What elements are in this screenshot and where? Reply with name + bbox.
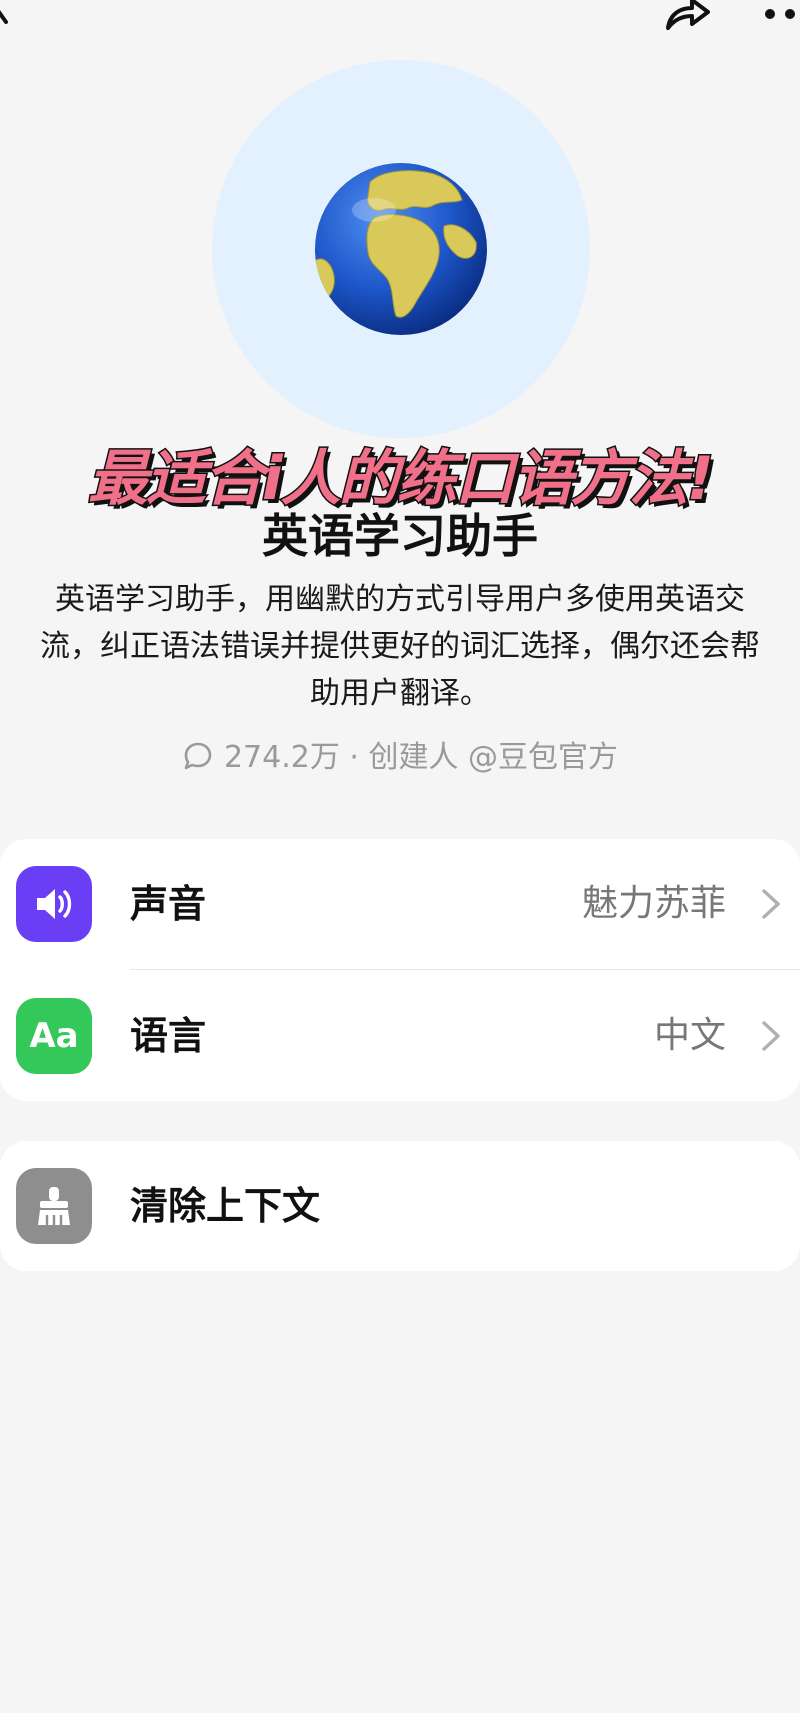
speaker-icon — [16, 866, 92, 942]
bot-description: 英语学习助手，用幽默的方式引导用户多使用英语交流，纠正语法错误并提供更好的词汇选… — [40, 582, 760, 711]
globe-icon — [315, 163, 487, 335]
creator-label[interactable]: 创建人 @豆包官方 — [368, 740, 618, 775]
language-value: 中文 — [653, 1015, 726, 1056]
clear-context-row[interactable]: 清除上下文 — [0, 1141, 800, 1271]
row-divider — [130, 969, 800, 970]
more-dots-icon[interactable] — [762, 4, 800, 24]
voice-setting-row[interactable]: 声音 魅力苏菲 — [0, 839, 800, 970]
text-aa-glyph: Aa — [29, 1016, 79, 1056]
broom-icon — [16, 1168, 92, 1244]
chat-bubble-icon — [184, 742, 212, 770]
chat-count: 274.2万 — [223, 740, 340, 775]
bot-meta: 274.2万 · 创建人 @豆包官方 — [0, 732, 800, 776]
settings-card: 声音 魅力苏菲 Aa 语言 中文 — [0, 839, 800, 1101]
chevron-right-icon — [762, 1021, 780, 1051]
chevron-right-icon — [762, 889, 780, 919]
voice-label: 声音 — [130, 882, 207, 926]
language-setting-row[interactable]: Aa 语言 中文 — [0, 971, 800, 1101]
meta-separator: · — [349, 740, 359, 775]
share-icon[interactable] — [660, 0, 714, 36]
top-bar — [0, 0, 800, 40]
voice-value: 魅力苏菲 — [581, 883, 726, 924]
language-label: 语言 — [130, 1014, 207, 1058]
clear-context-card: 清除上下文 — [0, 1141, 800, 1271]
back-arrow-icon[interactable] — [0, 0, 10, 34]
text-aa-icon: Aa — [16, 998, 92, 1074]
clear-context-label: 清除上下文 — [130, 1184, 321, 1228]
bot-title: 英语学习助手 — [262, 509, 538, 563]
